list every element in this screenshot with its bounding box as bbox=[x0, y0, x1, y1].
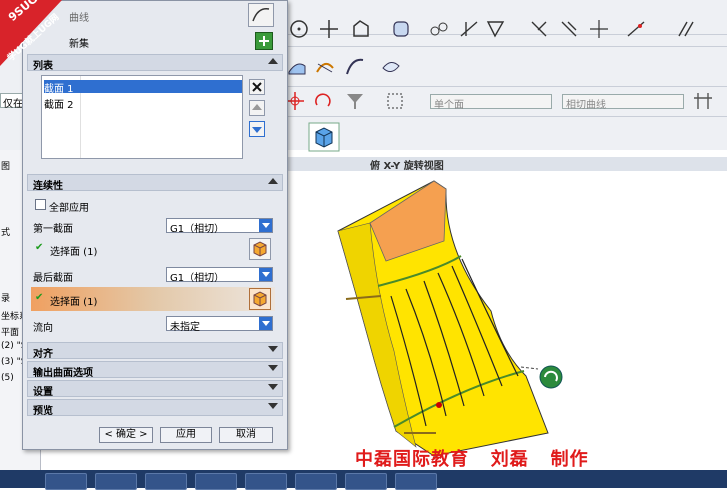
toolbar-row-2 bbox=[280, 12, 727, 47]
offset-line-icon[interactable] bbox=[558, 18, 580, 40]
last-section-label: 最后截面 bbox=[33, 273, 73, 284]
flow-direction-label: 流向 bbox=[33, 323, 53, 334]
check-icon: ✔ bbox=[35, 292, 44, 303]
alignment-section-header[interactable]: 对齐 bbox=[27, 342, 283, 360]
list-item-section-2[interactable]: 截面 2 bbox=[44, 96, 242, 111]
left-panel-item: 平面 bbox=[1, 328, 20, 338]
rotate-view-icon[interactable] bbox=[312, 90, 334, 112]
taskbar-app-button[interactable] bbox=[45, 473, 87, 490]
expand-arrow-icon bbox=[268, 346, 278, 352]
viewport-title-bar bbox=[286, 157, 727, 171]
taskbar-app-button[interactable] bbox=[345, 473, 387, 490]
toolbar-row-3 bbox=[280, 52, 727, 87]
line-tool-icon[interactable] bbox=[528, 18, 550, 40]
flow-direction-select[interactable]: 未指定 bbox=[166, 316, 273, 333]
viewport-title: 俯 X-Y 旋转视图 bbox=[370, 161, 444, 172]
ok-button[interactable]: < 确定 > bbox=[99, 427, 153, 443]
expand-arrow-icon bbox=[268, 365, 278, 371]
first-select-face-label[interactable]: 选择面 (1) bbox=[50, 243, 97, 258]
list-item-section-1[interactable]: 截面 1 bbox=[44, 80, 242, 95]
move-down-icon[interactable] bbox=[249, 121, 265, 137]
chain-icon[interactable] bbox=[428, 18, 450, 40]
taskbar-app-button[interactable] bbox=[95, 473, 137, 490]
curve-pick-icon[interactable] bbox=[248, 3, 274, 27]
box-select-icon[interactable] bbox=[384, 90, 406, 112]
check-icon: ✔ bbox=[35, 242, 44, 253]
grid-icon[interactable] bbox=[692, 90, 714, 112]
last-select-face-label[interactable]: 选择面 (1) bbox=[50, 293, 97, 308]
filter-field[interactable]: 仅在 bbox=[0, 93, 24, 110]
cross-line-icon[interactable] bbox=[588, 18, 610, 40]
left-panel-item: (5) bbox=[1, 373, 14, 383]
point-plus-icon[interactable] bbox=[318, 18, 340, 40]
taskbar-app-button[interactable] bbox=[245, 473, 287, 490]
model-preview bbox=[337, 180, 563, 457]
taskbar-app-button[interactable] bbox=[145, 473, 187, 490]
remove-icon[interactable] bbox=[249, 79, 265, 95]
circle-icon[interactable] bbox=[288, 18, 310, 40]
last-section-continuity-select[interactable]: G1（相切） bbox=[166, 267, 273, 284]
sketch-shape-icon[interactable] bbox=[350, 18, 372, 40]
move-up-icon[interactable] bbox=[249, 100, 265, 116]
continuity-section-header[interactable]: 连续性 bbox=[27, 174, 283, 192]
section-list[interactable]: 截面 1 截面 2 bbox=[41, 75, 243, 159]
taskbar-app-button[interactable] bbox=[295, 473, 337, 490]
dimension-icon[interactable] bbox=[625, 18, 647, 40]
graphics-viewport[interactable] bbox=[286, 171, 727, 471]
select-face-cube-icon[interactable] bbox=[249, 288, 271, 310]
cancel-button[interactable]: 取消 bbox=[219, 427, 273, 443]
select-face-cube-icon[interactable] bbox=[249, 238, 271, 260]
rounded-rect-icon[interactable] bbox=[390, 18, 412, 40]
apply-all-checkbox[interactable] bbox=[35, 199, 46, 210]
apply-button[interactable]: 应用 bbox=[160, 427, 212, 443]
through-curves-icon[interactable] bbox=[380, 56, 402, 78]
chevron-down-icon bbox=[259, 268, 272, 281]
selection-bar: 单个面 相切曲线 bbox=[280, 86, 727, 117]
collapse-arrow-icon bbox=[268, 58, 278, 64]
expand-arrow-icon bbox=[268, 384, 278, 390]
sweep-icon[interactable] bbox=[344, 56, 366, 78]
add-new-set-icon[interactable] bbox=[255, 32, 273, 50]
filter-icon[interactable] bbox=[344, 90, 366, 112]
left-panel-item: 录 bbox=[1, 294, 11, 304]
credits-watermark: 中磊国际教育 刘磊 制作 bbox=[355, 449, 589, 470]
first-section-continuity-select[interactable]: G1（相切） bbox=[166, 218, 273, 235]
angle-icon[interactable] bbox=[485, 18, 507, 40]
shaded-cube-icon[interactable] bbox=[308, 122, 340, 152]
expand-arrow-icon bbox=[268, 403, 278, 409]
chevron-down-icon bbox=[259, 317, 272, 330]
face-rule-combo[interactable]: 单个面 bbox=[430, 94, 552, 111]
trim-icon[interactable] bbox=[458, 18, 480, 40]
taskbar-app-button[interactable] bbox=[195, 473, 237, 490]
collapse-arrow-icon bbox=[268, 178, 278, 184]
output-options-section-header[interactable]: 输出曲面选项 bbox=[27, 361, 283, 379]
left-panel-item: 图 bbox=[1, 162, 11, 172]
mesh-surface-icon[interactable] bbox=[314, 56, 336, 78]
settings-section-header[interactable]: 设置 bbox=[27, 380, 283, 398]
first-section-label: 第一截面 bbox=[33, 224, 73, 235]
left-panel-item: 式 bbox=[1, 228, 11, 238]
chevron-down-icon bbox=[259, 219, 272, 232]
taskbar-app-button[interactable] bbox=[395, 473, 437, 490]
curve-rule-combo[interactable]: 相切曲线 bbox=[562, 94, 684, 111]
preview-section-header[interactable]: 预览 bbox=[27, 399, 283, 417]
parallel-icon[interactable] bbox=[675, 18, 697, 40]
apply-all-label: 全部应用 bbox=[49, 203, 89, 214]
surface-icon[interactable] bbox=[286, 56, 308, 78]
